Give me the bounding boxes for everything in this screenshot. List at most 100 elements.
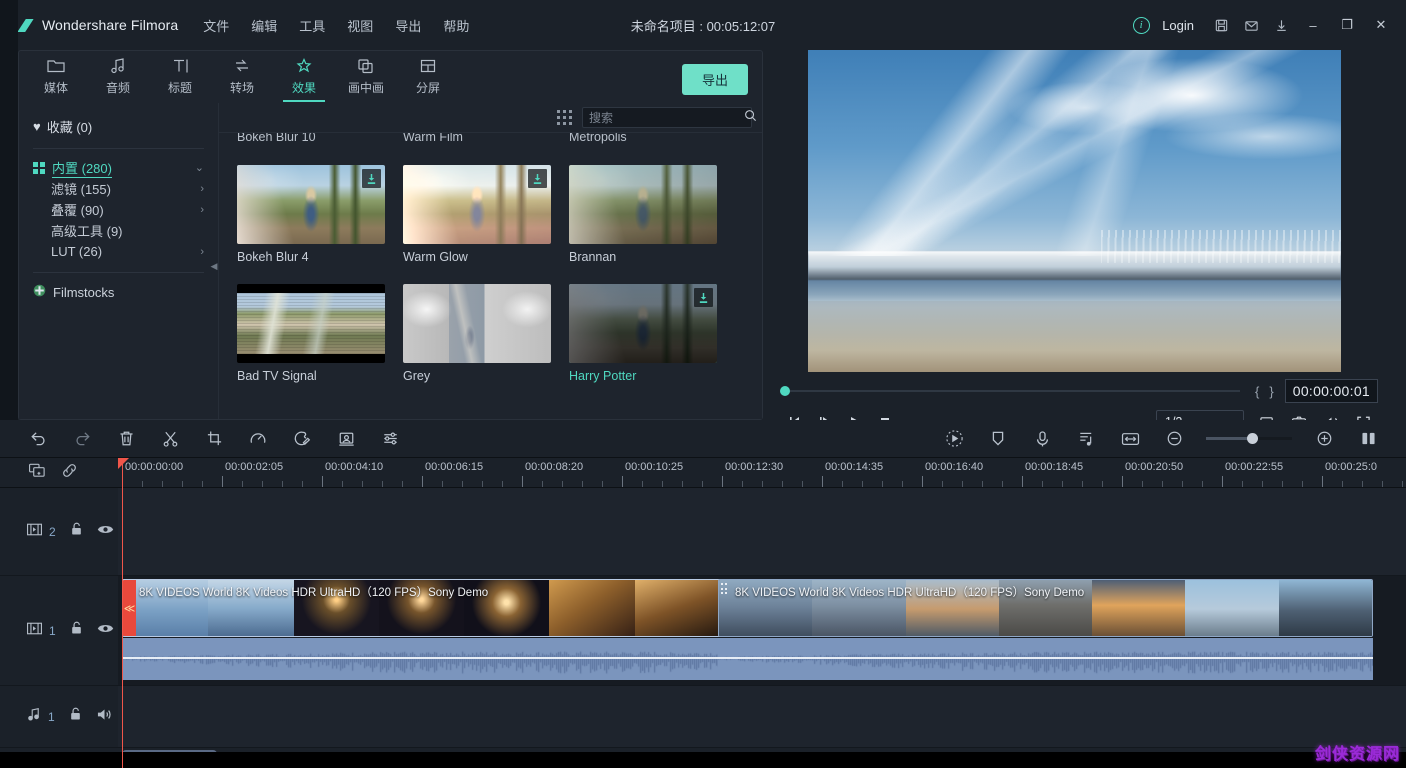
delete-button[interactable] [104, 424, 148, 454]
zoom-slider-knob[interactable] [1247, 433, 1258, 444]
preview-timecode[interactable]: 00:00:00:01 [1284, 379, 1378, 403]
effect-item-harry-potter[interactable]: Harry Potter [569, 284, 717, 383]
save-icon[interactable] [1206, 10, 1236, 40]
download-icon[interactable] [1266, 10, 1296, 40]
speaker-icon[interactable] [96, 707, 113, 727]
voiceover-button[interactable] [1020, 424, 1064, 454]
category-overlays[interactable]: 叠覆 (90) › [19, 199, 218, 220]
effect-thumbnail[interactable] [237, 284, 385, 363]
split-button[interactable] [148, 424, 192, 454]
panel-collapse-handle[interactable]: ◀ [209, 253, 219, 279]
eye-icon[interactable] [97, 622, 114, 640]
render-preview-button[interactable] [932, 424, 976, 454]
lock-icon[interactable] [69, 521, 84, 542]
timeline-scroll-area[interactable]: 00:00:00:00 00:00:02:05 00:00:04:10 00:00:0… [118, 458, 1406, 768]
menu-view[interactable]: 视图 [336, 12, 384, 39]
effect-thumbnail[interactable] [569, 165, 717, 244]
tab-split-screen[interactable]: 分屏 [397, 51, 459, 101]
effect-item-grey[interactable]: Grey [403, 284, 551, 383]
search-box[interactable] [582, 107, 757, 128]
download-icon[interactable] [694, 288, 713, 307]
mark-in-button[interactable]: { [1250, 384, 1264, 399]
category-builtin[interactable]: 内置 (280) ⌄ [19, 157, 218, 178]
tab-media[interactable]: 媒体 [25, 51, 87, 101]
color-button[interactable] [280, 424, 324, 454]
crop-button[interactable] [192, 424, 236, 454]
search-input[interactable] [589, 110, 744, 125]
marker-button[interactable] [976, 424, 1020, 454]
effect-thumbnail[interactable] [569, 284, 717, 363]
effect-item[interactable]: Warm Film [403, 133, 551, 147]
clip-1-audio-waveform[interactable] [122, 638, 721, 680]
clip-grip-handle[interactable] [721, 583, 729, 594]
mail-icon[interactable] [1236, 10, 1266, 40]
menu-tools[interactable]: 工具 [288, 12, 336, 39]
menu-file[interactable]: 文件 [192, 12, 240, 39]
effect-item-bad-tv-signal[interactable]: Bad TV Signal [237, 284, 385, 383]
timeline-clip-1[interactable]: ≪ 8K VIDEOS World 8K Videos HDR UltraHD（… [122, 579, 721, 637]
video-track-1-header[interactable]: 1 [0, 576, 118, 686]
close-button[interactable]: ✕ [1364, 10, 1398, 40]
tab-effects[interactable]: 效果 [273, 51, 335, 102]
effect-thumbnail[interactable] [403, 284, 551, 363]
adjust-button[interactable] [368, 424, 412, 454]
info-icon[interactable]: i [1126, 10, 1156, 40]
transition-marker-icon[interactable]: ≪ [123, 580, 136, 636]
zoom-in-button[interactable] [1302, 424, 1346, 454]
video-track-1[interactable]: ≪ 8K VIDEOS World 8K Videos HDR UltraHD（… [118, 576, 1406, 686]
video-preview[interactable] [808, 50, 1341, 372]
effect-thumbnail[interactable] [237, 165, 385, 244]
view-mode-grid-icon[interactable] [557, 110, 572, 125]
category-filmstocks[interactable]: Filmstocks [19, 281, 218, 303]
eye-icon[interactable] [97, 523, 114, 541]
add-track-button[interactable] [28, 462, 47, 484]
category-filters[interactable]: 滤镜 (155) › [19, 178, 218, 199]
download-icon[interactable] [528, 169, 547, 188]
timeline-zoom-slider[interactable] [1206, 433, 1292, 444]
login-button[interactable]: Login [1156, 18, 1206, 33]
category-advanced-tools[interactable]: 高级工具 (9) [19, 220, 218, 241]
audio-track-1[interactable] [118, 686, 1406, 748]
effect-item[interactable]: Metropolis [569, 133, 717, 147]
category-lut[interactable]: LUT (26) › [19, 241, 218, 262]
lock-icon[interactable] [68, 706, 83, 727]
video-track-2[interactable] [118, 488, 1406, 576]
menu-help[interactable]: 帮助 [432, 12, 480, 39]
menu-export[interactable]: 导出 [384, 12, 432, 39]
zoom-out-button[interactable] [1152, 424, 1196, 454]
video-track-2-header[interactable]: 2 [0, 488, 118, 576]
tab-title[interactable]: 标题 [149, 51, 211, 101]
menu-edit[interactable]: 编辑 [240, 12, 288, 39]
effect-thumbnail[interactable] [403, 165, 551, 244]
maximize-button[interactable]: ❐ [1330, 10, 1364, 40]
audio-track-1-header[interactable]: 1 [0, 686, 118, 748]
category-favorites[interactable]: ♥ 收藏 (0) [19, 113, 218, 146]
green-screen-button[interactable] [324, 424, 368, 454]
export-button[interactable]: 导出 [681, 64, 748, 95]
effect-item[interactable]: Bokeh Blur 10 [237, 133, 385, 147]
layout-button[interactable] [1346, 424, 1390, 454]
download-icon[interactable] [362, 169, 381, 188]
lock-icon[interactable] [69, 620, 84, 641]
effect-item-warm-glow[interactable]: Warm Glow [403, 165, 551, 264]
effect-item-brannan[interactable]: Brannan [569, 165, 717, 264]
tab-pip[interactable]: 画中画 [335, 51, 397, 101]
redo-button[interactable] [60, 424, 104, 454]
mark-out-button[interactable]: } [1264, 384, 1278, 399]
timeline-ruler[interactable]: 00:00:00:00 00:00:02:05 00:00:04:10 00:00:0… [118, 458, 1406, 488]
preview-scrubber[interactable] [780, 386, 1241, 396]
link-icon[interactable] [61, 462, 78, 484]
playhead[interactable] [118, 458, 129, 768]
tab-transition[interactable]: 转场 [211, 51, 273, 101]
scrubber-knob[interactable] [780, 386, 790, 396]
clip-2-audio-waveform[interactable] [718, 638, 1373, 680]
tab-audio[interactable]: 音频 [87, 51, 149, 101]
timeline-clip-2[interactable]: 8K VIDEOS World 8K Videos HDR UltraHD（12… [718, 579, 1373, 637]
speed-button[interactable] [236, 424, 280, 454]
search-icon[interactable] [744, 109, 757, 127]
effect-item-bokeh-blur-4[interactable]: Bokeh Blur 4 [237, 165, 385, 264]
fit-timeline-button[interactable] [1108, 424, 1152, 454]
undo-button[interactable] [16, 424, 60, 454]
minimize-button[interactable]: – [1296, 10, 1330, 40]
audio-detach-button[interactable] [1064, 424, 1108, 454]
